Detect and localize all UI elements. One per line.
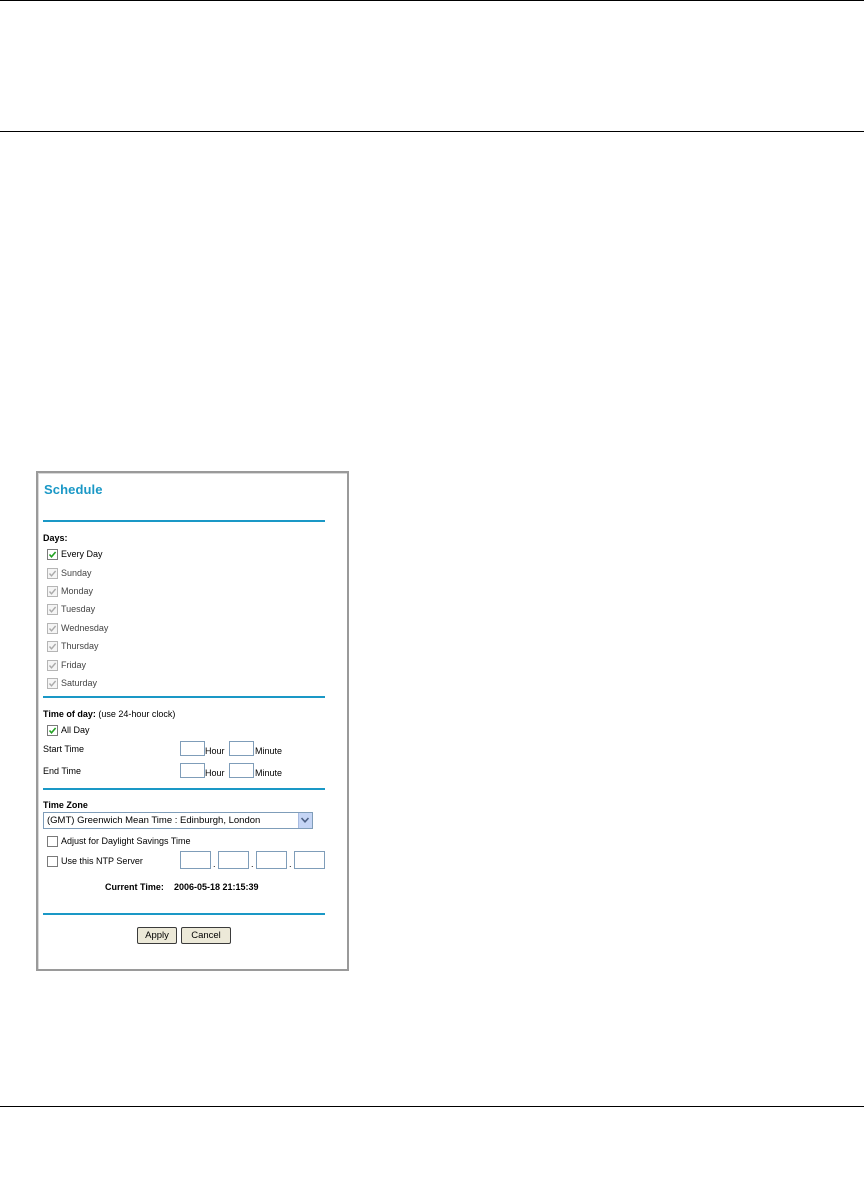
tuesday-label: Tuesday bbox=[61, 604, 96, 614]
current-time-label: Current Time: bbox=[105, 882, 164, 892]
page-footer-rule bbox=[0, 1106, 864, 1107]
friday-label: Friday bbox=[61, 660, 87, 670]
section-divider bbox=[43, 788, 325, 790]
start-minute-input[interactable] bbox=[229, 741, 254, 756]
end-hour-unit: Hour bbox=[205, 768, 225, 778]
every-day-checkbox[interactable] bbox=[47, 549, 58, 560]
schedule-panel: Schedule Days: Every Day Sunday Monday T… bbox=[36, 471, 349, 971]
panel-title: Schedule bbox=[44, 482, 103, 497]
time-zone-select[interactable]: (GMT) Greenwich Mean Time : Edinburgh, L… bbox=[43, 812, 313, 829]
time-zone-selected: (GMT) Greenwich Mean Time : Edinburgh, L… bbox=[47, 815, 261, 826]
apply-button[interactable]: Apply bbox=[137, 927, 177, 944]
time-zone-heading: Time Zone bbox=[43, 800, 88, 810]
tuesday-checkbox[interactable] bbox=[47, 604, 58, 615]
section-divider bbox=[43, 696, 325, 698]
saturday-checkbox[interactable] bbox=[47, 678, 58, 689]
end-minute-unit: Minute bbox=[255, 768, 283, 778]
cancel-button[interactable]: Cancel bbox=[181, 927, 231, 944]
start-time-label: Start Time bbox=[43, 744, 85, 754]
sunday-checkbox[interactable] bbox=[47, 568, 58, 579]
end-hour-input[interactable] bbox=[180, 763, 205, 778]
ntp-octet-separator: . bbox=[251, 859, 254, 869]
ntp-octet-1-input[interactable] bbox=[180, 851, 211, 869]
section-divider bbox=[43, 520, 325, 522]
thursday-label: Thursday bbox=[61, 641, 99, 651]
page-header-rule bbox=[0, 131, 864, 132]
daylight-savings-checkbox[interactable] bbox=[47, 836, 58, 847]
page-top-rule bbox=[0, 0, 864, 1]
ntp-octet-2-input[interactable] bbox=[218, 851, 249, 869]
ntp-octet-separator: . bbox=[213, 859, 216, 869]
wednesday-checkbox[interactable] bbox=[47, 623, 58, 634]
end-time-label: End Time bbox=[43, 766, 82, 776]
time-of-day-heading-row: Time of day: (use 24-hour clock) bbox=[43, 709, 175, 720]
section-divider bbox=[43, 913, 325, 915]
monday-label: Monday bbox=[61, 586, 94, 596]
thursday-checkbox[interactable] bbox=[47, 641, 58, 652]
current-time-value: 2006-05-18 21:15:39 bbox=[174, 882, 259, 892]
time-of-day-note: (use 24-hour clock) bbox=[98, 709, 176, 719]
time-of-day-heading: Time of day: bbox=[43, 709, 96, 719]
chevron-down-icon[interactable] bbox=[298, 813, 312, 828]
start-minute-unit: Minute bbox=[255, 746, 283, 756]
days-heading: Days: bbox=[43, 533, 68, 543]
monday-checkbox[interactable] bbox=[47, 586, 58, 597]
daylight-savings-label: Adjust for Daylight Savings Time bbox=[61, 836, 191, 846]
ntp-octet-separator: . bbox=[289, 859, 292, 869]
ntp-octet-3-input[interactable] bbox=[256, 851, 287, 869]
ntp-server-checkbox[interactable] bbox=[47, 856, 58, 867]
ntp-server-label: Use this NTP Server bbox=[61, 856, 143, 866]
start-hour-unit: Hour bbox=[205, 746, 225, 756]
every-day-label: Every Day bbox=[61, 549, 103, 559]
sunday-label: Sunday bbox=[61, 568, 92, 578]
ntp-octet-4-input[interactable] bbox=[294, 851, 325, 869]
end-minute-input[interactable] bbox=[229, 763, 254, 778]
saturday-label: Saturday bbox=[61, 678, 98, 688]
wednesday-label: Wednesday bbox=[61, 623, 109, 633]
all-day-label: All Day bbox=[61, 725, 90, 735]
friday-checkbox[interactable] bbox=[47, 660, 58, 671]
all-day-checkbox[interactable] bbox=[47, 725, 58, 736]
start-hour-input[interactable] bbox=[180, 741, 205, 756]
